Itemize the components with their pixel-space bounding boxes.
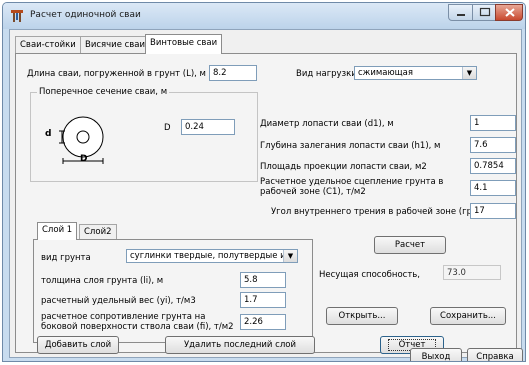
load-type-select[interactable]: сжимающая ▼ bbox=[354, 66, 477, 80]
pile-section-diagram bbox=[59, 116, 104, 164]
soil-type-select[interactable]: суглинки твердые, полутвердые и ту ▼ bbox=[126, 249, 298, 263]
D-input[interactable]: 0.24 bbox=[181, 119, 235, 135]
cohesion-input[interactable]: 4.1 bbox=[470, 180, 516, 196]
friction-angle-input[interactable]: 17 bbox=[470, 203, 516, 219]
blade-depth-input[interactable]: 7.6 bbox=[470, 137, 516, 153]
save-button[interactable]: Сохранить... bbox=[430, 307, 506, 325]
unit-weight-label: расчетный удельный вес (yi), т/м3 bbox=[41, 296, 196, 306]
load-type-label: Вид нагрузки bbox=[296, 69, 357, 79]
chevron-down-icon[interactable]: ▼ bbox=[462, 67, 476, 79]
tab-layer-1[interactable]: Слой 1 bbox=[37, 222, 78, 240]
unit-weight-input[interactable]: 1.7 bbox=[240, 292, 286, 308]
bearing-capacity-value: 73.0 bbox=[443, 265, 501, 280]
add-layer-button[interactable]: Добавить слой bbox=[37, 336, 119, 354]
blade-area-label: Площадь проекции лопасти сваи, м2 bbox=[260, 162, 427, 172]
app-icon bbox=[11, 10, 23, 22]
blade-diameter-input[interactable]: 1 bbox=[470, 115, 516, 131]
calculate-button[interactable]: Расчет bbox=[374, 236, 446, 254]
soil-type-value: суглинки твердые, полутвердые и ту bbox=[130, 251, 298, 261]
layer-thickness-label: толщина слоя грунта (li), м bbox=[41, 276, 164, 286]
client-area: Сваи-стойки Висячие сваи Винтовые сваи Д… bbox=[9, 29, 523, 361]
cross-section-group: Поперечное сечение сваи, м d D D 0.24 bbox=[30, 87, 258, 182]
blade-diameter-label: Диаметр лопасти сваи (d1), м bbox=[260, 119, 394, 129]
load-type-value: сжимающая bbox=[358, 68, 413, 78]
pile-length-label: Длина сваи, погруженной в грунт (L), м bbox=[27, 69, 206, 79]
app-window: Расчет одиночной сваи Сваи-стойки Висячи… bbox=[2, 2, 526, 362]
side-resistance-input[interactable]: 2.26 bbox=[240, 314, 286, 330]
open-button[interactable]: Открыть... bbox=[326, 307, 398, 325]
cross-section-title: Поперечное сечение сваи, м bbox=[37, 87, 170, 97]
exit-button[interactable]: Выход bbox=[410, 348, 462, 361]
inner-diameter-label: d bbox=[45, 129, 52, 139]
chevron-down-icon[interactable]: ▼ bbox=[283, 250, 297, 262]
help-button[interactable]: Справка bbox=[467, 348, 523, 361]
maximize-button[interactable] bbox=[472, 4, 496, 21]
minimize-icon bbox=[457, 14, 465, 16]
tab-friction-piles[interactable]: Висячие сваи bbox=[80, 36, 151, 53]
tab-end-bearing-piles[interactable]: Сваи-стойки bbox=[15, 36, 81, 53]
maximize-icon bbox=[479, 7, 491, 17]
bearing-capacity-label: Несущая способность, bbox=[319, 270, 420, 280]
cohesion-label: Расчетное удельное сцепление грунта в ра… bbox=[260, 177, 444, 197]
side-resistance-label: расчетное сопротивление грунта на боково… bbox=[41, 312, 234, 332]
tab-layer-2[interactable]: Слой2 bbox=[79, 224, 117, 239]
blade-area-input[interactable]: 0.7854 bbox=[470, 158, 516, 174]
close-button[interactable] bbox=[495, 4, 523, 21]
layers-panel: Слой 1 Слой2 вид грунта суглинки твердые… bbox=[33, 222, 315, 346]
remove-last-layer-button[interactable]: Удалить последний слой bbox=[165, 336, 315, 354]
soil-type-label: вид грунта bbox=[41, 253, 91, 263]
minimize-button[interactable] bbox=[448, 4, 473, 21]
screw-piles-page: Длина сваи, погруженной в грунт (L), м 8… bbox=[15, 53, 517, 354]
tab-screw-piles[interactable]: Винтовые сваи bbox=[145, 34, 223, 54]
layer-1-panel: вид грунта суглинки твердые, полутвердые… bbox=[33, 239, 313, 343]
outer-diameter-label: D bbox=[80, 154, 88, 164]
window-title: Расчет одиночной сваи bbox=[30, 10, 141, 20]
close-icon bbox=[505, 8, 515, 17]
D-field-label: D bbox=[164, 123, 171, 133]
pile-length-input[interactable]: 8.2 bbox=[209, 65, 257, 81]
title-bar: Расчет одиночной сваи bbox=[3, 3, 525, 29]
layer-thickness-input[interactable]: 5.8 bbox=[240, 272, 286, 288]
friction-angle-label: Угол внутреннего трения в рабочей зоне (… bbox=[271, 207, 503, 217]
blade-depth-label: Глубина залегания лопасти сваи (h1), м bbox=[260, 141, 441, 151]
